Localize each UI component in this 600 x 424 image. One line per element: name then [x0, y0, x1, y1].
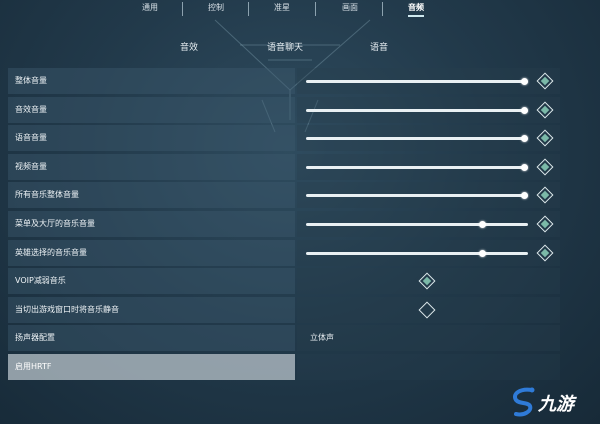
setting-row-sfx-volume: 音效音量: [8, 96, 560, 123]
menu-lobby-music-slider[interactable]: [306, 220, 528, 228]
tab-general[interactable]: 通用: [130, 2, 170, 13]
slider-knob[interactable]: [521, 163, 528, 171]
setting-label: 视频音量: [15, 161, 47, 171]
setting-row-speaker-config: 扬声器配置 立体声: [8, 325, 560, 352]
setting-label: 扬声器配置: [15, 333, 55, 343]
setting-control-cell: [297, 353, 560, 380]
setting-label-cell: [8, 125, 295, 152]
subtab-sound-effects[interactable]: 音效: [180, 40, 198, 53]
watermark-text: 九游: [538, 394, 574, 415]
setting-control-cell[interactable]: [297, 325, 560, 352]
voice-volume-slider[interactable]: [306, 135, 528, 143]
subtab-voice[interactable]: 语音: [370, 40, 388, 53]
slider-knob[interactable]: [479, 249, 486, 257]
setting-label: 整体音量: [15, 76, 47, 85]
setting-row-music-master-volume: 所有音乐整体音量: [8, 182, 560, 209]
setting-label: 所有音乐整体音量: [15, 190, 79, 200]
top-tab-bar: 通用 控制 准星 画面 音频: [120, 0, 460, 18]
setting-label: VOIP减弱音乐: [15, 276, 66, 286]
tab-controls[interactable]: 控制: [196, 2, 236, 13]
setting-row-voip-duck: VOIP减弱音乐: [8, 268, 560, 295]
setting-row-video-volume: 视频音量: [8, 153, 560, 180]
setting-label: 音效音量: [15, 104, 47, 114]
setting-label-cell: [8, 68, 295, 94]
setting-label: 菜单及大厅的音乐音量: [15, 218, 95, 228]
slider-knob[interactable]: [521, 106, 528, 114]
watermark-swirl-icon: [513, 387, 535, 417]
tab-audio[interactable]: 音频: [396, 2, 436, 17]
setting-label-cell: [8, 153, 295, 180]
setting-row-menu-lobby-music: 菜单及大厅的音乐音量: [8, 210, 560, 237]
watermark-logo: 九游: [508, 384, 598, 420]
tab-separator: [248, 2, 249, 16]
tab-separator: [182, 2, 183, 16]
setting-label: 启用HRTF: [15, 361, 52, 371]
speaker-config-value[interactable]: 立体声: [310, 332, 334, 343]
setting-row-enable-hrtf[interactable]: 启用HRTF: [8, 353, 560, 380]
setting-label-cell: [8, 96, 295, 123]
tab-separator: [315, 2, 316, 16]
sfx-volume-slider[interactable]: [306, 106, 528, 114]
settings-list: 整体音量 音效音量 语音音量 视频音量 所有音乐整体音量 菜单及大厅的音乐音量 …: [8, 68, 560, 383]
setting-row-voice-volume: 语音音量: [8, 125, 560, 152]
master-volume-slider[interactable]: [306, 78, 528, 85]
setting-row-master-volume: 整体音量: [8, 68, 560, 94]
setting-row-mute-unfocused: 当切出游戏窗口时将音乐静音: [8, 296, 560, 323]
agent-select-music-slider[interactable]: [306, 249, 528, 257]
subtab-voice-chat[interactable]: 语音聊天: [267, 40, 303, 53]
music-master-volume-slider[interactable]: [306, 192, 528, 200]
setting-label: 语音音量: [15, 133, 47, 143]
tab-crosshair[interactable]: 准星: [262, 2, 302, 13]
tab-separator: [382, 2, 383, 16]
tab-video[interactable]: 画面: [330, 2, 370, 13]
slider-knob[interactable]: [521, 78, 528, 85]
setting-label: 当切出游戏窗口时将音乐静音: [15, 304, 119, 314]
video-volume-slider[interactable]: [306, 163, 528, 171]
setting-row-agent-select-music: 英雄选择的音乐音量: [8, 239, 560, 266]
slider-knob[interactable]: [479, 220, 486, 228]
setting-label: 英雄选择的音乐音量: [15, 247, 87, 257]
